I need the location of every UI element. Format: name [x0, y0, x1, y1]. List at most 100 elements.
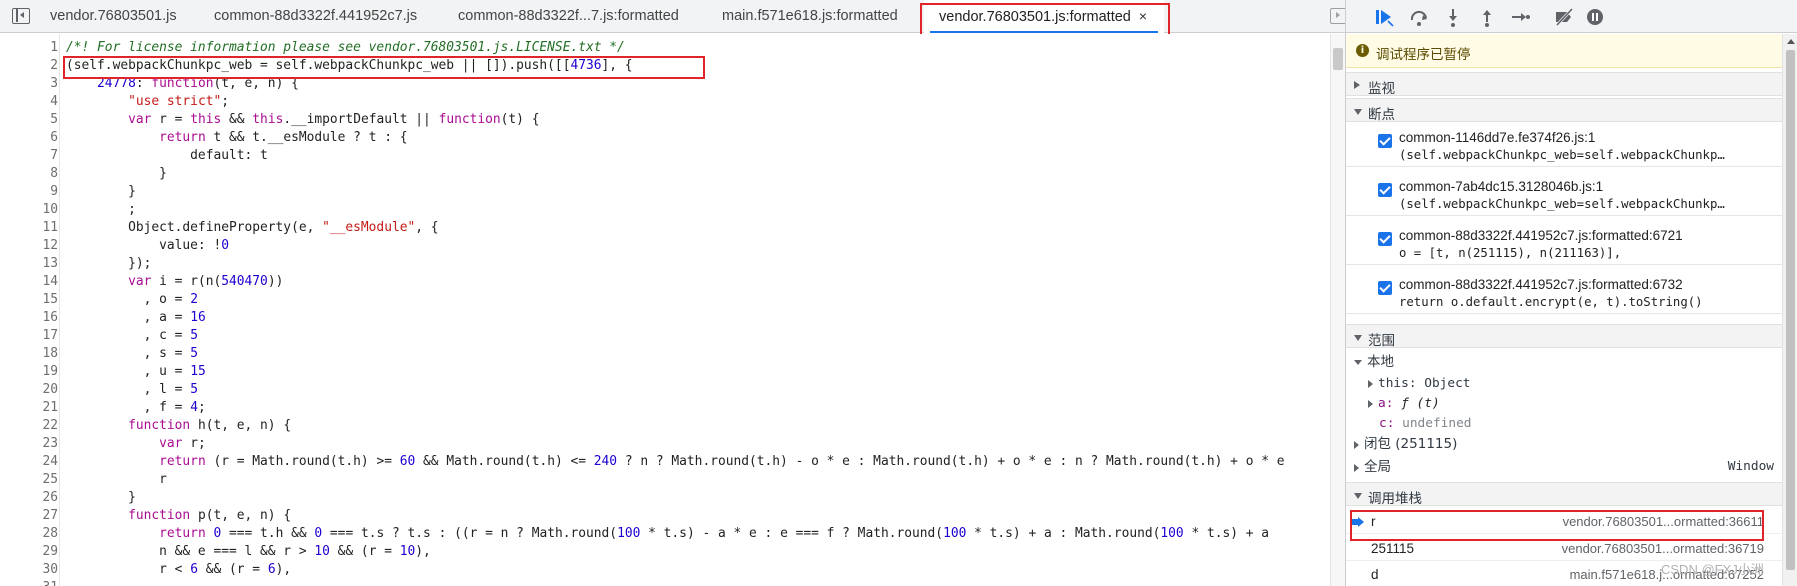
code-line[interactable]: 6 return t && t.__esModule ? t : { — [0, 129, 1330, 147]
code-line[interactable]: 19 , u = 15 — [0, 363, 1330, 381]
tab-vendor-formatted[interactable]: vendor.76803501.js:formatted × — [924, 0, 1164, 33]
line-number[interactable]: 31 — [0, 579, 58, 586]
line-number[interactable]: 20 — [0, 381, 58, 399]
line-number[interactable]: 13 — [0, 255, 58, 273]
code-line[interactable]: 21 , f = 4; — [0, 399, 1330, 417]
line-number[interactable]: 21 — [0, 399, 58, 417]
code-line[interactable]: 15 , o = 2 — [0, 291, 1330, 309]
breakpoint-checkbox[interactable] — [1378, 232, 1392, 246]
tab-common-88d-formatted[interactable]: common-88d3322f...7.js:formatted — [458, 0, 679, 33]
code-line[interactable]: 9 } — [0, 183, 1330, 201]
code-line[interactable]: 7 default: t — [0, 147, 1330, 165]
step-over-icon[interactable] — [1408, 6, 1430, 28]
line-number[interactable]: 16 — [0, 309, 58, 327]
code-line[interactable]: 13 }); — [0, 255, 1330, 273]
code-line[interactable]: 24 return (r = Math.round(t.h) >= 60 && … — [0, 453, 1330, 471]
code-line[interactable]: 11 Object.defineProperty(e, "__esModule"… — [0, 219, 1330, 237]
code-line[interactable]: 8 } — [0, 165, 1330, 183]
code-line[interactable]: 5 var r = this && this.__importDefault |… — [0, 111, 1330, 129]
step-into-icon[interactable] — [1442, 6, 1464, 28]
scroll-up-icon[interactable] — [1787, 39, 1795, 44]
line-number[interactable]: 15 — [0, 291, 58, 309]
code-line[interactable]: 22 function h(t, e, n) { — [0, 417, 1330, 435]
code-line[interactable]: 26 } — [0, 489, 1330, 507]
scope-global[interactable]: 全局 Window — [1354, 458, 1774, 476]
line-number[interactable]: 24 — [0, 453, 58, 471]
section-callstack[interactable]: 调用堆栈 — [1346, 482, 1782, 507]
line-number[interactable]: 3 — [0, 75, 58, 93]
line-number[interactable]: 17 — [0, 327, 58, 345]
frame-location[interactable]: vendor.76803501...ormatted:36611 — [1563, 510, 1764, 534]
line-number[interactable]: 27 — [0, 507, 58, 525]
code-line[interactable]: 27 function p(t, e, n) { — [0, 507, 1330, 525]
editor-scroll-thumb[interactable] — [1333, 48, 1343, 70]
line-number[interactable]: 1 — [0, 39, 58, 57]
code-line[interactable]: 14 var i = r(n(540470)) — [0, 273, 1330, 291]
line-number[interactable]: 18 — [0, 345, 58, 363]
pause-on-exceptions-icon[interactable] — [1584, 6, 1606, 28]
code-line[interactable]: 30 r < 6 && (r = 6), — [0, 561, 1330, 579]
scope-prop-c[interactable]: c: undefined — [1379, 415, 1471, 433]
sidebar-scrollbar[interactable] — [1782, 34, 1797, 586]
code-line[interactable]: 1 /*! For license information please see … — [0, 39, 1330, 57]
line-number[interactable]: 10 — [0, 201, 58, 219]
step-out-icon[interactable] — [1476, 6, 1498, 28]
tab-common-88d-js[interactable]: common-88d3322f.441952c7.js — [214, 0, 417, 33]
breakpoint-checkbox[interactable] — [1378, 134, 1392, 148]
sidebar-scroll-thumb[interactable] — [1786, 50, 1795, 570]
line-number[interactable]: 2 — [0, 57, 58, 75]
line-number[interactable]: 22 — [0, 417, 58, 435]
line-number[interactable]: 26 — [0, 489, 58, 507]
scope-closure[interactable]: 闭包 (251115) — [1354, 435, 1457, 453]
resume-icon[interactable] — [1373, 6, 1395, 28]
line-number[interactable]: 12 — [0, 237, 58, 255]
breakpoint-item[interactable]: common-1146dd7e.fe374f26.js:1 (self.webp… — [1346, 124, 1782, 167]
code-line[interactable]: 16 , a = 16 — [0, 309, 1330, 327]
scope-prop-this[interactable]: this: Object — [1368, 375, 1470, 393]
code-line[interactable]: 12 value: !0 — [0, 237, 1330, 255]
breakpoint-checkbox[interactable] — [1378, 183, 1392, 197]
line-number[interactable]: 4 — [0, 93, 58, 111]
callstack-frame-current[interactable]: r vendor.76803501...ormatted:36611 — [1346, 510, 1782, 534]
code-editor[interactable]: 1 /*! For license information please see … — [0, 34, 1345, 586]
line-number[interactable]: 8 — [0, 165, 58, 183]
breakpoint-item[interactable]: common-88d3322f.441952c7.js:formatted:67… — [1346, 222, 1782, 265]
line-number[interactable]: 11 — [0, 219, 58, 237]
line-number[interactable]: 23 — [0, 435, 58, 453]
line-number[interactable]: 5 — [0, 111, 58, 129]
code-line[interactable]: 10 ; — [0, 201, 1330, 219]
code-line[interactable]: 20 , l = 5 — [0, 381, 1330, 399]
tab-vendor-js[interactable]: vendor.76803501.js — [50, 0, 177, 33]
line-number[interactable]: 7 — [0, 147, 58, 165]
code-line[interactable]: 17 , c = 5 — [0, 327, 1330, 345]
breakpoint-item[interactable]: common-7ab4dc15.3128046b.js:1 (self.webp… — [1346, 173, 1782, 216]
close-tab-icon[interactable]: × — [1139, 8, 1147, 24]
navigator-toggle-icon[interactable] — [12, 8, 30, 24]
line-number[interactable]: 29 — [0, 543, 58, 561]
step-icon[interactable] — [1509, 6, 1531, 28]
line-number[interactable]: 19 — [0, 363, 58, 381]
section-scope[interactable]: 范围 — [1346, 324, 1782, 349]
breakpoint-item[interactable]: common-88d3322f.441952c7.js:formatted:67… — [1346, 271, 1782, 314]
code-line[interactable]: 2 (self.webpackChunkpc_web = self.webpack… — [0, 57, 1330, 75]
callstack-frame[interactable]: 251115 vendor.76803501...ormatted:36719 — [1346, 537, 1782, 561]
code-line[interactable]: 4 "use strict"; — [0, 93, 1330, 111]
code-line[interactable]: 18 , s = 5 — [0, 345, 1330, 363]
tab-main-formatted[interactable]: main.f571e618.js:formatted — [722, 0, 898, 33]
frame-location[interactable]: vendor.76803501...ormatted:36719 — [1562, 537, 1764, 561]
code-line[interactable]: 29 n && e === l && r > 10 && (r = 10), — [0, 543, 1330, 561]
deactivate-breakpoints-icon[interactable] — [1553, 6, 1575, 28]
line-number[interactable]: 6 — [0, 129, 58, 147]
code-line[interactable]: 28 return 0 === t.h && 0 === t.s ? t.s :… — [0, 525, 1330, 543]
section-watch[interactable]: 监视 — [1346, 72, 1782, 97]
code-line[interactable]: 23 var r; — [0, 435, 1330, 453]
scope-local[interactable]: 本地 — [1354, 353, 1394, 371]
scope-prop-a[interactable]: a: ƒ (t) — [1368, 395, 1440, 413]
line-number[interactable]: 25 — [0, 471, 58, 489]
line-number[interactable]: 30 — [0, 561, 58, 579]
editor-scrollbar[interactable] — [1330, 34, 1345, 586]
line-number[interactable]: 14 — [0, 273, 58, 291]
section-breakpoints[interactable]: 断点 — [1346, 98, 1782, 123]
breakpoint-checkbox[interactable] — [1378, 281, 1392, 295]
line-number[interactable]: 9 — [0, 183, 58, 201]
